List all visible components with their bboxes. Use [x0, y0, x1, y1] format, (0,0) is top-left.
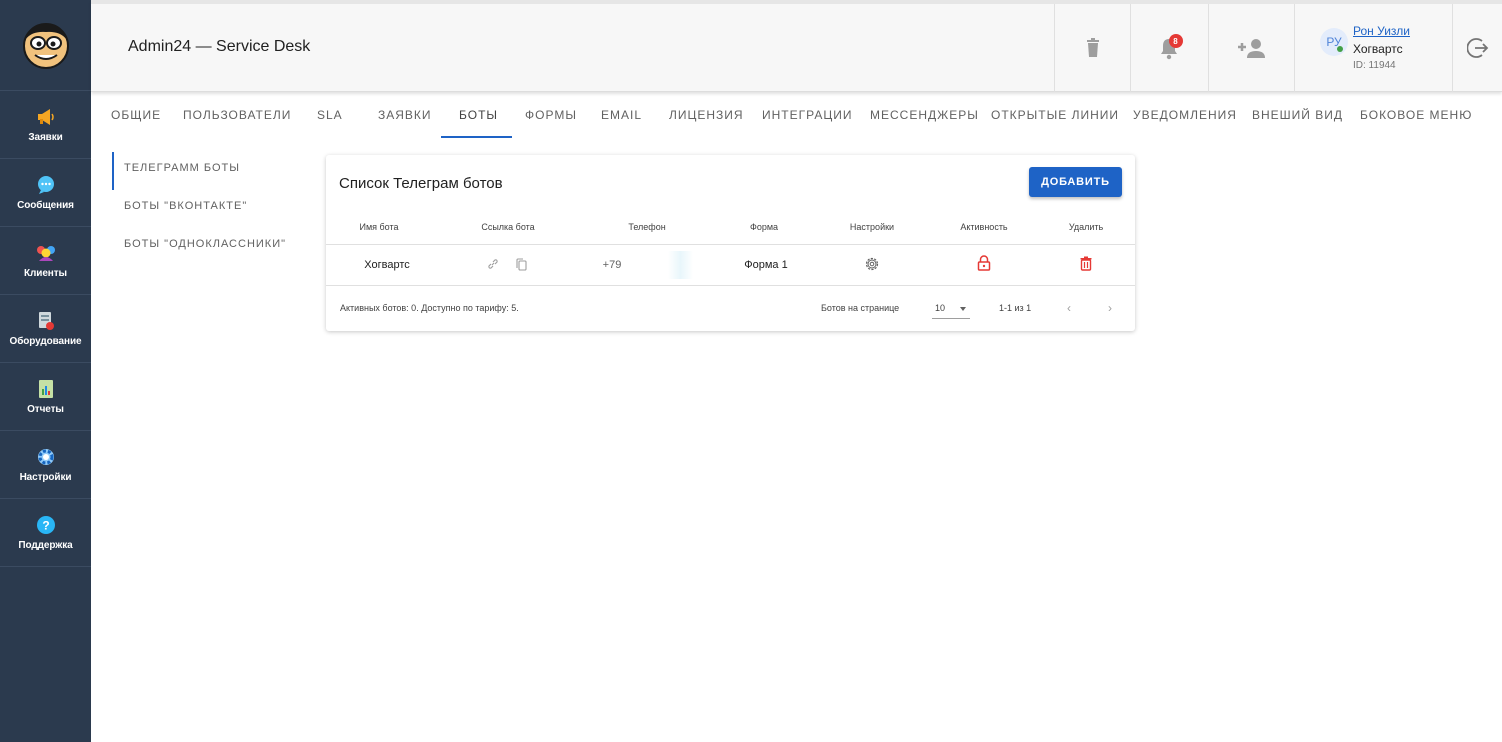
add-bot-button[interactable]: ДОБАВИТЬ — [1029, 167, 1122, 197]
gear-icon — [35, 446, 57, 468]
tab-license[interactable]: ЛИЦЕНЗИЯ — [669, 108, 744, 122]
bot-phone: +79 — [602, 259, 622, 271]
equipment-icon — [35, 310, 57, 332]
tab-notifications[interactable]: УВЕДОМЛЕНИЯ — [1133, 108, 1237, 122]
settings-gear-icon[interactable] — [864, 256, 880, 272]
rows-per-page-value: 10 — [935, 303, 946, 313]
column-header[interactable]: Ссылка бота — [481, 222, 534, 232]
chat-bubble-icon — [35, 174, 57, 196]
app-root: Заявки Сообщения Клиенты Оборудование От… — [0, 0, 1502, 742]
rows-per-page-select[interactable]: 10 — [932, 299, 970, 319]
card-title: Список Телеграм ботов — [339, 175, 503, 192]
report-icon — [35, 378, 57, 400]
sidebar-item-label: Настройки — [19, 472, 72, 483]
tab-side-menu[interactable]: БОКОВОЕ МЕНЮ — [1360, 108, 1472, 122]
header-divider — [326, 244, 1135, 245]
tab-email[interactable]: EMAIL — [601, 108, 642, 122]
sidebar-item-reports[interactable]: Отчеты — [0, 363, 91, 431]
logout-icon — [1466, 38, 1488, 58]
tab-sla[interactable]: SLA — [317, 108, 343, 122]
trash-icon — [1086, 38, 1099, 57]
user-id: ID: 11944 — [1353, 60, 1396, 71]
row-divider — [326, 285, 1135, 286]
delete-icon[interactable] — [1080, 256, 1093, 271]
tab-bots[interactable]: БОТЫ — [459, 108, 498, 122]
rows-per-page-label: Ботов на странице — [821, 303, 900, 313]
active-tab-indicator — [441, 136, 512, 138]
tab-integrations[interactable]: ИНТЕГРАЦИИ — [762, 108, 852, 122]
logout-button[interactable] — [1452, 4, 1502, 92]
bot-name: Хогвартс — [364, 259, 410, 271]
bots-submenu: ТЕЛЕГРАММ БОТЫ БОТЫ "ВКОНТАКТЕ" БОТЫ "ОД… — [112, 152, 312, 266]
column-header[interactable]: Настройки — [850, 222, 894, 232]
tab-open-lines[interactable]: ОТКРЫТЫЕ ЛИНИИ — [991, 108, 1119, 122]
column-header[interactable]: Форма — [750, 222, 778, 232]
tab-users[interactable]: ПОЛЬЗОВАТЕЛИ — [183, 108, 291, 122]
column-header[interactable]: Удалить — [1069, 222, 1103, 232]
user-org: Хогвартс — [1353, 42, 1403, 56]
sidebar-item-label: Сообщения — [17, 200, 74, 211]
sidebar-item-settings[interactable]: Настройки — [0, 431, 91, 499]
tab-appearance[interactable]: ВНЕШИЙ ВИД — [1252, 108, 1343, 122]
tab-forms[interactable]: ФОРМЫ — [525, 108, 577, 122]
svg-text:?: ? — [42, 519, 49, 533]
app-logo[interactable] — [0, 0, 91, 91]
chevron-down-icon — [960, 307, 966, 311]
link-icon[interactable] — [487, 258, 499, 270]
bot-form: Форма 1 — [744, 259, 788, 271]
sidebar-item-label: Клиенты — [24, 268, 67, 279]
clients-icon — [35, 242, 57, 264]
submenu-ok-bots[interactable]: БОТЫ "ОДНОКЛАССНИКИ" — [112, 228, 312, 266]
column-header[interactable]: Имя бота — [359, 222, 398, 232]
help-icon: ? — [35, 514, 57, 536]
lock-icon[interactable] — [977, 255, 991, 271]
tab-general[interactable]: ОБЩИЕ — [111, 108, 161, 122]
top-header: Admin24 — Service Desk 8 РУ Рон Уизли Хо… — [91, 0, 1502, 92]
notifications-badge: 8 — [1168, 34, 1183, 48]
active-bots-info: Активных ботов: 0. Доступно по тарифу: 5… — [340, 303, 519, 313]
logo-face-icon — [22, 23, 69, 69]
tab-requests[interactable]: ЗАЯВКИ — [378, 108, 432, 122]
tab-messengers[interactable]: МЕССЕНДЖЕРЫ — [870, 108, 979, 122]
sidebar: Заявки Сообщения Клиенты Оборудование От… — [0, 0, 91, 742]
sidebar-item-label: Поддержка — [18, 540, 73, 551]
sidebar-item-messages[interactable]: Сообщения — [0, 159, 91, 227]
avatar: РУ — [1320, 28, 1348, 56]
add-user-button[interactable] — [1208, 4, 1294, 92]
submenu-vk-bots[interactable]: БОТЫ "ВКОНТАКТЕ" — [112, 190, 312, 228]
user-name-link[interactable]: Рон Уизли — [1353, 24, 1410, 38]
column-header[interactable]: Активность — [960, 222, 1007, 232]
copy-icon[interactable] — [515, 258, 527, 271]
trash-button[interactable] — [1054, 4, 1130, 92]
prev-page-icon[interactable]: ‹ — [1067, 301, 1071, 315]
sidebar-item-label: Оборудование — [9, 336, 82, 347]
sidebar-item-label: Заявки — [28, 132, 63, 143]
column-header[interactable]: Телефон — [628, 222, 665, 232]
user-profile[interactable]: РУ Рон Уизли Хогвартс ID: 11944 — [1294, 4, 1452, 92]
app-title: Admin24 — Service Desk — [128, 38, 311, 55]
notifications-button[interactable]: 8 — [1130, 4, 1208, 92]
submenu-telegram-bots[interactable]: ТЕЛЕГРАММ БОТЫ — [112, 152, 312, 190]
sidebar-item-label: Отчеты — [27, 404, 64, 415]
sidebar-item-support[interactable]: ? Поддержка — [0, 499, 91, 567]
sidebar-item-equipment[interactable]: Оборудование — [0, 295, 91, 363]
pagination-range: 1-1 из 1 — [999, 303, 1032, 313]
phone-mask — [626, 251, 710, 279]
telegram-bots-card: Список Телеграм ботов ДОБАВИТЬ Имя бота … — [326, 155, 1135, 331]
sidebar-item-requests[interactable]: Заявки — [0, 91, 91, 159]
megaphone-icon — [35, 106, 57, 128]
add-user-icon — [1237, 39, 1265, 58]
sidebar-item-clients[interactable]: Клиенты — [0, 227, 91, 295]
online-status-icon — [1337, 46, 1343, 52]
next-page-icon[interactable]: › — [1108, 301, 1112, 315]
